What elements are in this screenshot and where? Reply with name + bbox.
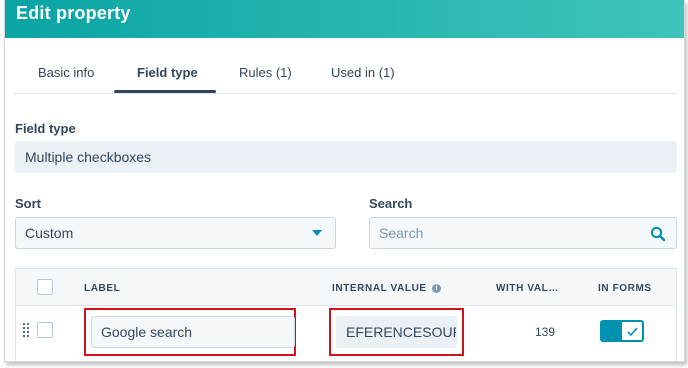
tab-used-in[interactable]: Used in (1) <box>331 65 395 80</box>
chevron-down-icon <box>312 230 322 236</box>
check-icon <box>627 327 638 337</box>
option-internal-value: EFERENCESOUR <box>336 316 457 348</box>
field-type-label: Field type <box>15 121 76 136</box>
row-checkbox[interactable] <box>37 322 53 338</box>
column-header-in-forms: IN FORMS <box>598 283 652 294</box>
table-header: LABEL INTERNAL VALUE i WITH VAL… IN FORM… <box>16 269 676 306</box>
panel-header: Edit property <box>5 0 684 38</box>
sort-dropdown[interactable]: Custom <box>15 217 336 249</box>
sort-label: Sort <box>15 196 41 211</box>
search-icon[interactable] <box>650 226 666 242</box>
search-box <box>369 217 677 249</box>
options-table: LABEL INTERNAL VALUE i WITH VAL… IN FORM… <box>15 268 677 361</box>
table-row: Google search EFERENCESOUR 139 <box>16 306 676 361</box>
option-label-input[interactable]: Google search <box>91 316 295 348</box>
drag-handle-icon[interactable] <box>23 323 29 339</box>
tab-rules[interactable]: Rules (1) <box>239 65 292 80</box>
column-header-label: LABEL <box>84 283 121 294</box>
search-label: Search <box>369 196 413 211</box>
field-type-value: Multiple checkboxes <box>15 141 677 173</box>
info-icon[interactable]: i <box>432 284 442 293</box>
edit-property-panel: Edit property Basic info Field type Rule… <box>4 0 685 362</box>
with-values-count: 139 <box>535 325 556 339</box>
active-tab-indicator <box>114 90 216 93</box>
column-header-with-values[interactable]: WITH VAL… <box>496 283 559 294</box>
select-all-checkbox[interactable] <box>37 279 53 295</box>
in-forms-toggle[interactable] <box>600 320 644 342</box>
toggle-knob <box>621 321 643 341</box>
column-header-internal-value-text: INTERNAL VALUE <box>332 283 427 294</box>
tab-field-type[interactable]: Field type <box>137 65 198 80</box>
tab-basic-info[interactable]: Basic info <box>38 65 94 80</box>
search-input[interactable] <box>370 218 640 248</box>
panel-title: Edit property <box>16 3 131 23</box>
column-header-internal-value: INTERNAL VALUE i <box>332 283 442 294</box>
sort-dropdown-value: Custom <box>25 225 74 241</box>
tab-bar: Basic info Field type Rules (1) Used in … <box>14 52 677 94</box>
